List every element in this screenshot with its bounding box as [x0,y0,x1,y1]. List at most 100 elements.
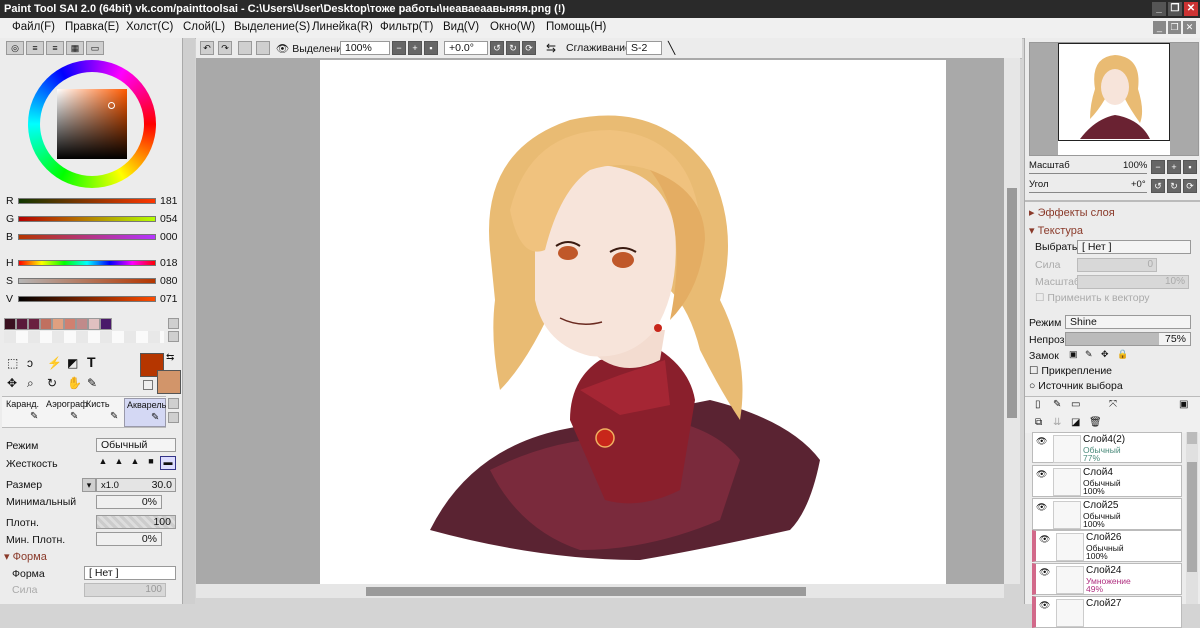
color-swatch[interactable] [76,318,88,330]
hardness-soft-icon[interactable]: ▲ [96,456,110,470]
strength-field[interactable]: 100 [84,583,166,597]
layer-row[interactable]: 👁 Слой4(2) Обычный 77% [1032,432,1182,463]
h-slider[interactable] [18,260,156,266]
visibility-eye-icon[interactable]: 👁 [1039,567,1050,578]
min-size-field[interactable]: 0% [96,495,162,509]
color-swatch[interactable] [88,318,100,330]
invert-selection-icon[interactable] [256,41,270,55]
g-slider[interactable] [18,216,156,222]
minimize-button[interactable]: _ [1152,2,1166,16]
pencil-brush[interactable]: Каранд. ✎ [4,398,42,425]
brush-mode-select[interactable]: Обычный [96,438,176,452]
lock-paint-icon[interactable]: ✎ [1085,349,1093,360]
b-value[interactable]: 000 [160,231,178,243]
menu-file[interactable]: Файл(F) [12,21,55,33]
rotate-tool-icon[interactable]: ↻ [47,376,57,390]
r-slider[interactable] [18,198,156,204]
visibility-eye-icon[interactable]: 👁 [1039,534,1050,545]
layer-scroll-thumb[interactable] [1187,462,1197,572]
min-density-field[interactable]: 0% [96,532,162,546]
layer-row[interactable]: 👁 Слой27 [1032,596,1182,628]
menu-filter[interactable]: Фильтр(T) [380,21,433,33]
vertical-scrollbar[interactable] [1004,58,1020,584]
straight-line-icon[interactable]: ╲ [668,41,675,55]
texture-strength-field[interactable]: 0 [1077,258,1157,272]
scratchpad-tab[interactable]: ▭ [86,41,104,55]
horizontal-scrollbar[interactable] [196,584,1004,598]
layer-transform-icon[interactable]: ⤧ [1109,399,1117,410]
rotate-reset-icon[interactable]: ⟳ [522,41,536,55]
undo-icon[interactable]: ↶ [200,41,214,55]
b-slider[interactable] [18,234,156,240]
menu-canvas[interactable]: Холст(C) [126,21,173,33]
brush-scroll-up-icon[interactable] [168,398,179,409]
nav-rotate-right-icon[interactable]: ↻ [1167,179,1181,193]
brush-brush[interactable]: Кисть ✎ [84,398,122,425]
left-panel-scrollbar[interactable] [183,38,195,604]
zoom-reset-icon[interactable]: ▪ [424,41,438,55]
lock-move-icon[interactable]: ✥ [1101,349,1109,360]
eyedropper-icon[interactable]: ✎ [87,376,97,390]
density-field[interactable]: 100 [96,515,176,529]
move-tool-icon[interactable]: ✥ [7,376,17,390]
smoothing-select[interactable]: S-2 [626,41,662,55]
zoom-field[interactable]: 100% [340,41,390,55]
g-value[interactable]: 054 [160,213,178,225]
texture-header[interactable]: ▾ Текстура [1029,224,1083,237]
lasso-tool-icon[interactable]: ↄ [27,356,33,370]
navigator-viewport[interactable] [1058,43,1170,141]
new-vector-layer-icon[interactable]: ✎ [1053,399,1061,410]
apply-vector-checkbox[interactable]: ☐ Применить к вектору [1035,292,1150,304]
hardness-hard-icon[interactable]: ■ [144,456,158,470]
saturation-value-square[interactable] [57,89,127,159]
copy-layer-icon[interactable]: ⧉ [1035,417,1042,428]
color-swatch[interactable] [40,318,52,330]
clipping-checkbox[interactable]: ☐ Прикрепление [1029,365,1112,377]
visibility-eye-icon[interactable]: 👁 [1036,502,1047,513]
hardness-medium-icon[interactable]: ▲ [112,456,126,470]
secondary-color[interactable] [157,370,181,394]
r-value[interactable]: 181 [160,195,178,207]
layer-scroll-up-icon[interactable] [1187,432,1197,444]
menu-ruler[interactable]: Линейка(R) [312,21,373,33]
lock-all-icon[interactable]: 🔒 [1117,349,1128,360]
swatch-scroll-down-icon[interactable] [168,331,179,342]
close-button[interactable]: ✕ [1184,2,1198,16]
menu-view[interactable]: Вид(V) [443,21,479,33]
s-slider[interactable] [18,278,156,284]
v-value[interactable]: 071 [160,293,178,305]
swatch-scroll-up-icon[interactable] [168,318,179,329]
zoom-out-icon[interactable]: − [392,41,406,55]
menu-window[interactable]: Окно(W) [490,21,535,33]
layer-row[interactable]: 👁 Слой25 Обычный 100% [1032,498,1182,530]
nav-rotate-left-icon[interactable]: ↺ [1151,179,1165,193]
transparent-color-icon[interactable] [143,380,153,390]
brush-scroll-down-icon[interactable] [168,412,179,423]
nav-angle-value[interactable]: +0° [1131,179,1146,190]
form-select[interactable]: [ Нет ] [84,566,176,580]
delete-layer-icon[interactable]: 🗑 [1089,417,1102,428]
navigator-preview[interactable] [1029,42,1199,156]
doc-restore-icon[interactable]: ❐ [1168,21,1181,34]
doc-minimize-icon[interactable]: _ [1153,21,1166,34]
layer-row[interactable]: 👁 Слой4 Обычный 100% [1032,465,1182,497]
vertical-scroll-thumb[interactable] [1007,188,1017,418]
zoom-in-icon[interactable]: + [408,41,422,55]
v-slider[interactable] [18,296,156,302]
selection-source-radio[interactable]: ○ Источник выбора [1029,380,1123,392]
color-swatch[interactable] [100,318,112,330]
shapes-tool-icon[interactable]: ◩ [67,356,78,370]
color-swatch[interactable] [64,318,76,330]
layer-row[interactable]: 👁 Слой26 Обычный 100% [1032,530,1182,562]
nav-zoom-reset-icon[interactable]: ▪ [1183,160,1197,174]
new-folder-icon[interactable]: ▭ [1071,399,1080,410]
color-swatch[interactable] [28,318,40,330]
hardness-max-icon[interactable]: ▬ [160,456,176,470]
hand-tool-icon[interactable]: ✋ [67,376,82,390]
h-value[interactable]: 018 [160,257,178,269]
menu-help[interactable]: Помощь(H) [546,21,606,33]
visibility-eye-icon[interactable]: 👁 [1036,469,1047,480]
menu-edit[interactable]: Правка(E) [65,21,119,33]
nav-scale-value[interactable]: 100% [1123,160,1147,171]
nav-angle-slider[interactable] [1029,192,1147,193]
